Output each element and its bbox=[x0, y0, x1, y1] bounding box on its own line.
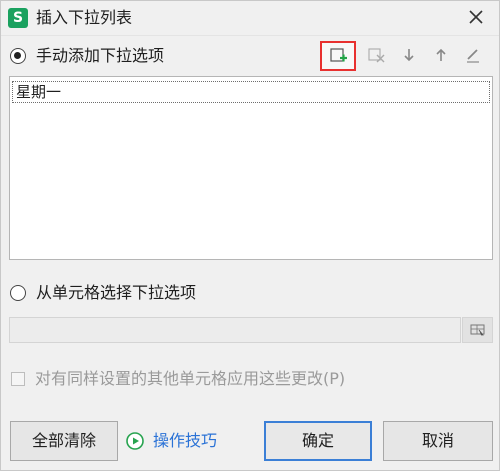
clear-all-button[interactable]: 全部清除 bbox=[10, 421, 118, 461]
manual-add-radio[interactable] bbox=[10, 48, 26, 64]
dropdown-options-list[interactable]: 星期一 bbox=[9, 76, 493, 260]
manual-add-label: 手动添加下拉选项 bbox=[36, 46, 165, 65]
apply-all-label: 对有同样设置的其他单元格应用这些更改(P) bbox=[35, 369, 346, 388]
arrow-up-icon bbox=[436, 48, 446, 61]
add-item-button[interactable] bbox=[320, 41, 356, 71]
close-icon bbox=[469, 10, 483, 24]
arrow-down-icon bbox=[404, 49, 414, 62]
play-tips-icon[interactable] bbox=[126, 432, 144, 450]
from-cells-label: 从单元格选择下拉选项 bbox=[36, 283, 197, 302]
list-item[interactable]: 星期一 bbox=[12, 81, 490, 103]
cancel-button[interactable]: 取消 bbox=[383, 421, 493, 461]
wps-spreadsheet-icon: S bbox=[8, 8, 28, 28]
move-down-button[interactable] bbox=[397, 44, 421, 66]
delete-item-button[interactable] bbox=[365, 44, 389, 66]
move-up-button[interactable] bbox=[429, 44, 453, 66]
range-select-icon bbox=[470, 324, 484, 336]
tips-link[interactable]: 操作技巧 bbox=[153, 431, 217, 451]
close-button[interactable] bbox=[463, 6, 489, 30]
ok-button[interactable]: 确定 bbox=[264, 421, 372, 461]
apply-all-checkbox[interactable] bbox=[11, 372, 25, 386]
cell-range-input[interactable] bbox=[9, 317, 461, 343]
add-item-icon bbox=[330, 48, 347, 62]
dialog-title: 插入下拉列表 bbox=[36, 8, 133, 27]
title-bar: S 插入下拉列表 bbox=[1, 1, 499, 36]
delete-item-icon bbox=[368, 48, 385, 63]
pencil-icon bbox=[467, 49, 479, 63]
select-range-button[interactable] bbox=[462, 317, 493, 343]
insert-dropdown-dialog: S 插入下拉列表 手动添加下拉选项 星期一 从单元格选择下拉选项 对有同样设置的… bbox=[0, 0, 500, 471]
edit-item-button[interactable] bbox=[461, 44, 485, 66]
from-cells-radio[interactable] bbox=[10, 285, 26, 301]
